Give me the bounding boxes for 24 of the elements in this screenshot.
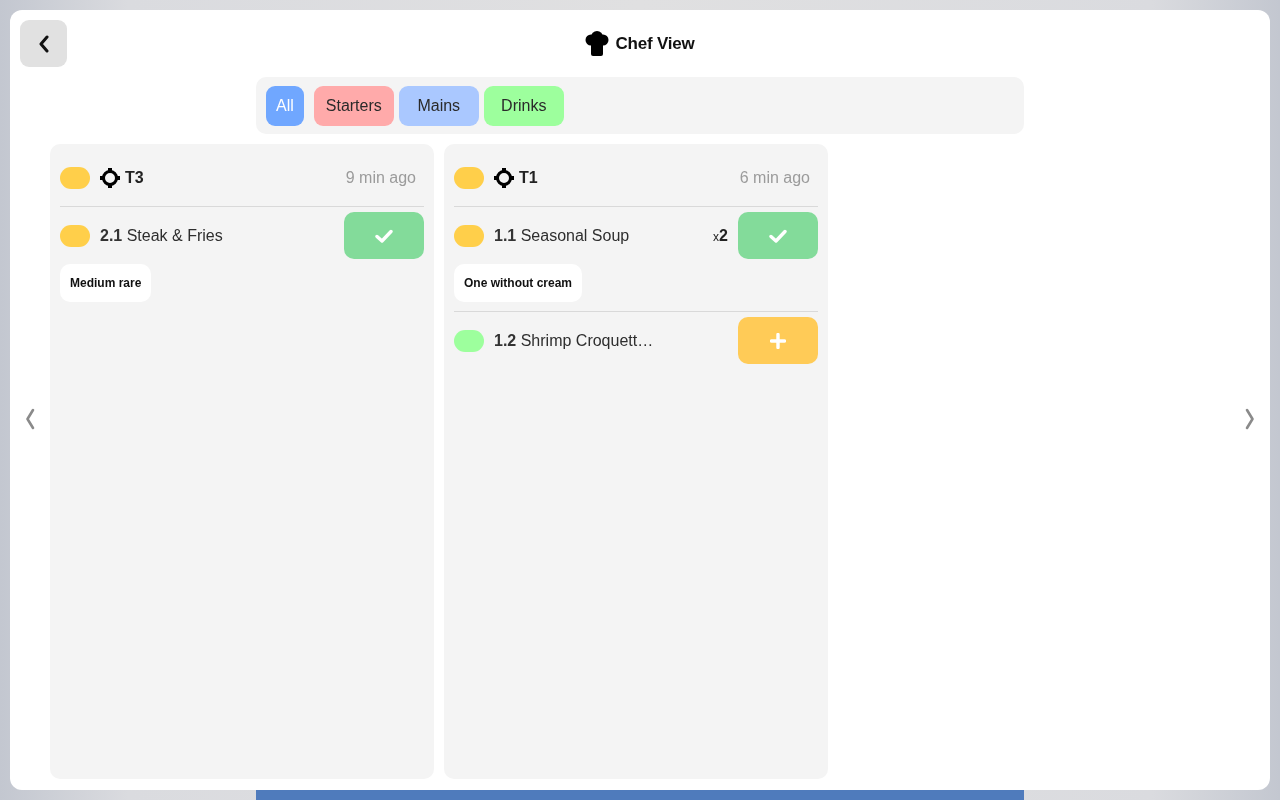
item-note: Medium rare: [60, 264, 152, 302]
quantity-label: x2: [713, 226, 728, 245]
chef-hat-icon: [585, 31, 610, 56]
table-icon: [100, 168, 120, 188]
check-icon: [769, 228, 787, 243]
chevron-left-icon[interactable]: [25, 408, 35, 430]
order-time: 9 min ago: [345, 169, 416, 187]
chevron-right-icon[interactable]: [1245, 408, 1255, 430]
table-number: T1: [519, 169, 538, 187]
item-name: 2.1 Steak & Fries: [100, 226, 224, 245]
check-icon: [375, 228, 393, 243]
table-number: T3: [125, 169, 144, 187]
order-time: 6 min ago: [739, 169, 810, 187]
page-title: Chef View: [615, 33, 695, 54]
plus-icon: [770, 332, 786, 349]
item-name: 1.2 Shrimp Croquett…: [494, 331, 655, 350]
filter-tab[interactable]: Starters: [313, 86, 394, 126]
table-icon: [494, 168, 514, 188]
chevron-left-icon: [37, 34, 50, 53]
filter-tab[interactable]: Mains: [398, 86, 479, 126]
item-name: 1.1 Seasonal Soup: [494, 226, 631, 245]
item-note: One without cream: [454, 264, 583, 302]
back-button[interactable]: [20, 20, 67, 67]
filter-tab[interactable]: Drinks: [483, 86, 564, 126]
